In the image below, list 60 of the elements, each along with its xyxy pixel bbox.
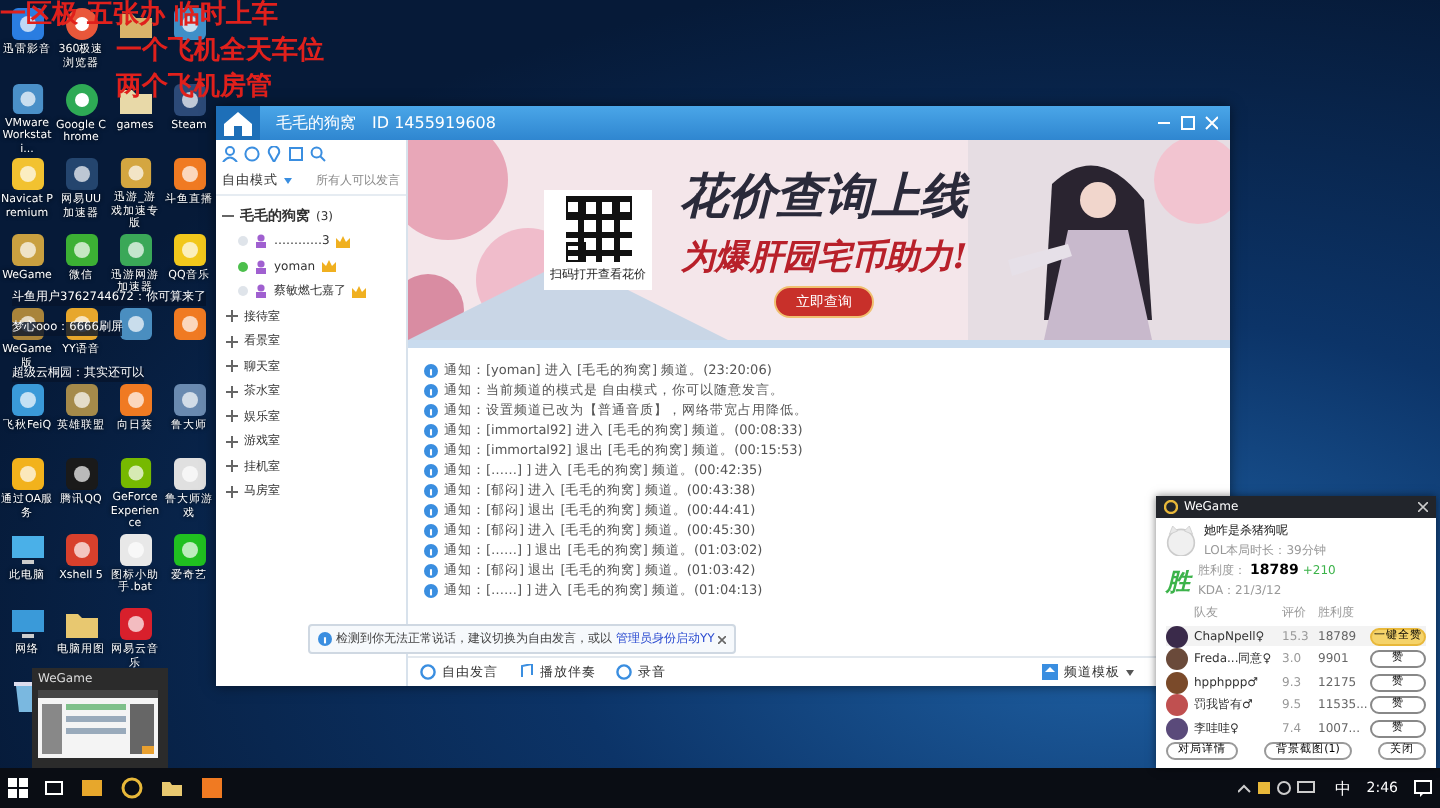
template-icon — [1042, 664, 1058, 680]
info-icon — [424, 503, 438, 517]
expand-icon[interactable] — [226, 435, 238, 448]
avatar — [1166, 717, 1188, 739]
user-icon — [254, 234, 268, 249]
expand-icon[interactable] — [226, 385, 238, 398]
avatar — [1166, 671, 1188, 693]
system-tray-icons[interactable] — [1238, 780, 1319, 796]
task-view-icon[interactable] — [44, 778, 64, 798]
person-icon[interactable] — [222, 146, 238, 162]
notification-icon[interactable] — [1414, 779, 1432, 797]
info-icon — [424, 443, 438, 457]
channel-title: 毛毛的狗窝 — [276, 112, 356, 134]
info-icon — [424, 523, 438, 537]
home-icon[interactable] — [216, 106, 260, 140]
overlay-text: 一个飞机全天车位 — [116, 36, 324, 68]
caret-icon — [284, 178, 292, 184]
info-icon — [318, 632, 332, 646]
collapse-icon[interactable] — [222, 210, 234, 223]
banner-subline: 为爆肝园宅币助力! — [680, 235, 968, 279]
avatar — [1166, 648, 1188, 670]
channel-id: ID 1455919608 — [372, 114, 496, 132]
info-icon — [424, 483, 438, 497]
win-label: 胜 — [1166, 567, 1190, 595]
user-icon — [254, 259, 268, 274]
expand-icon[interactable] — [226, 360, 238, 373]
expand-icon[interactable] — [226, 335, 238, 348]
folder-icon[interactable] — [160, 776, 184, 800]
search-icon[interactable] — [310, 146, 326, 162]
avatar — [1166, 625, 1188, 647]
avatar — [1166, 694, 1188, 716]
app-logo-icon — [1164, 500, 1178, 514]
ime-indicator[interactable]: 中 — [1334, 777, 1351, 799]
expand-icon[interactable] — [226, 460, 238, 473]
info-icon — [424, 363, 438, 377]
app-icon[interactable] — [80, 776, 104, 800]
crown-icon — [352, 285, 366, 298]
close-icon[interactable] — [718, 635, 727, 643]
info-icon — [424, 403, 438, 417]
info-icon — [424, 583, 438, 597]
app-icon[interactable] — [120, 776, 144, 800]
banner-headline: 花价查询上线 — [680, 163, 968, 227]
app-icon[interactable] — [200, 776, 224, 800]
expand-icon[interactable] — [226, 410, 238, 423]
cat-avatar-icon — [1166, 526, 1196, 556]
info-icon — [424, 383, 438, 397]
circle-icon — [616, 664, 632, 680]
window-controls-icon[interactable] — [1158, 116, 1218, 130]
info-icon — [424, 543, 438, 557]
info-icon — [424, 463, 438, 477]
expand-icon[interactable] — [226, 485, 238, 498]
user-icon — [254, 284, 268, 299]
caret-icon — [1126, 669, 1134, 675]
info-icon — [424, 423, 438, 437]
expand-icon[interactable] — [226, 310, 238, 323]
circle-icon — [420, 664, 436, 680]
qr-code-icon — [565, 196, 631, 262]
pin-icon[interactable] — [266, 146, 282, 162]
start-icon[interactable] — [8, 778, 28, 798]
info-icon — [424, 563, 438, 577]
